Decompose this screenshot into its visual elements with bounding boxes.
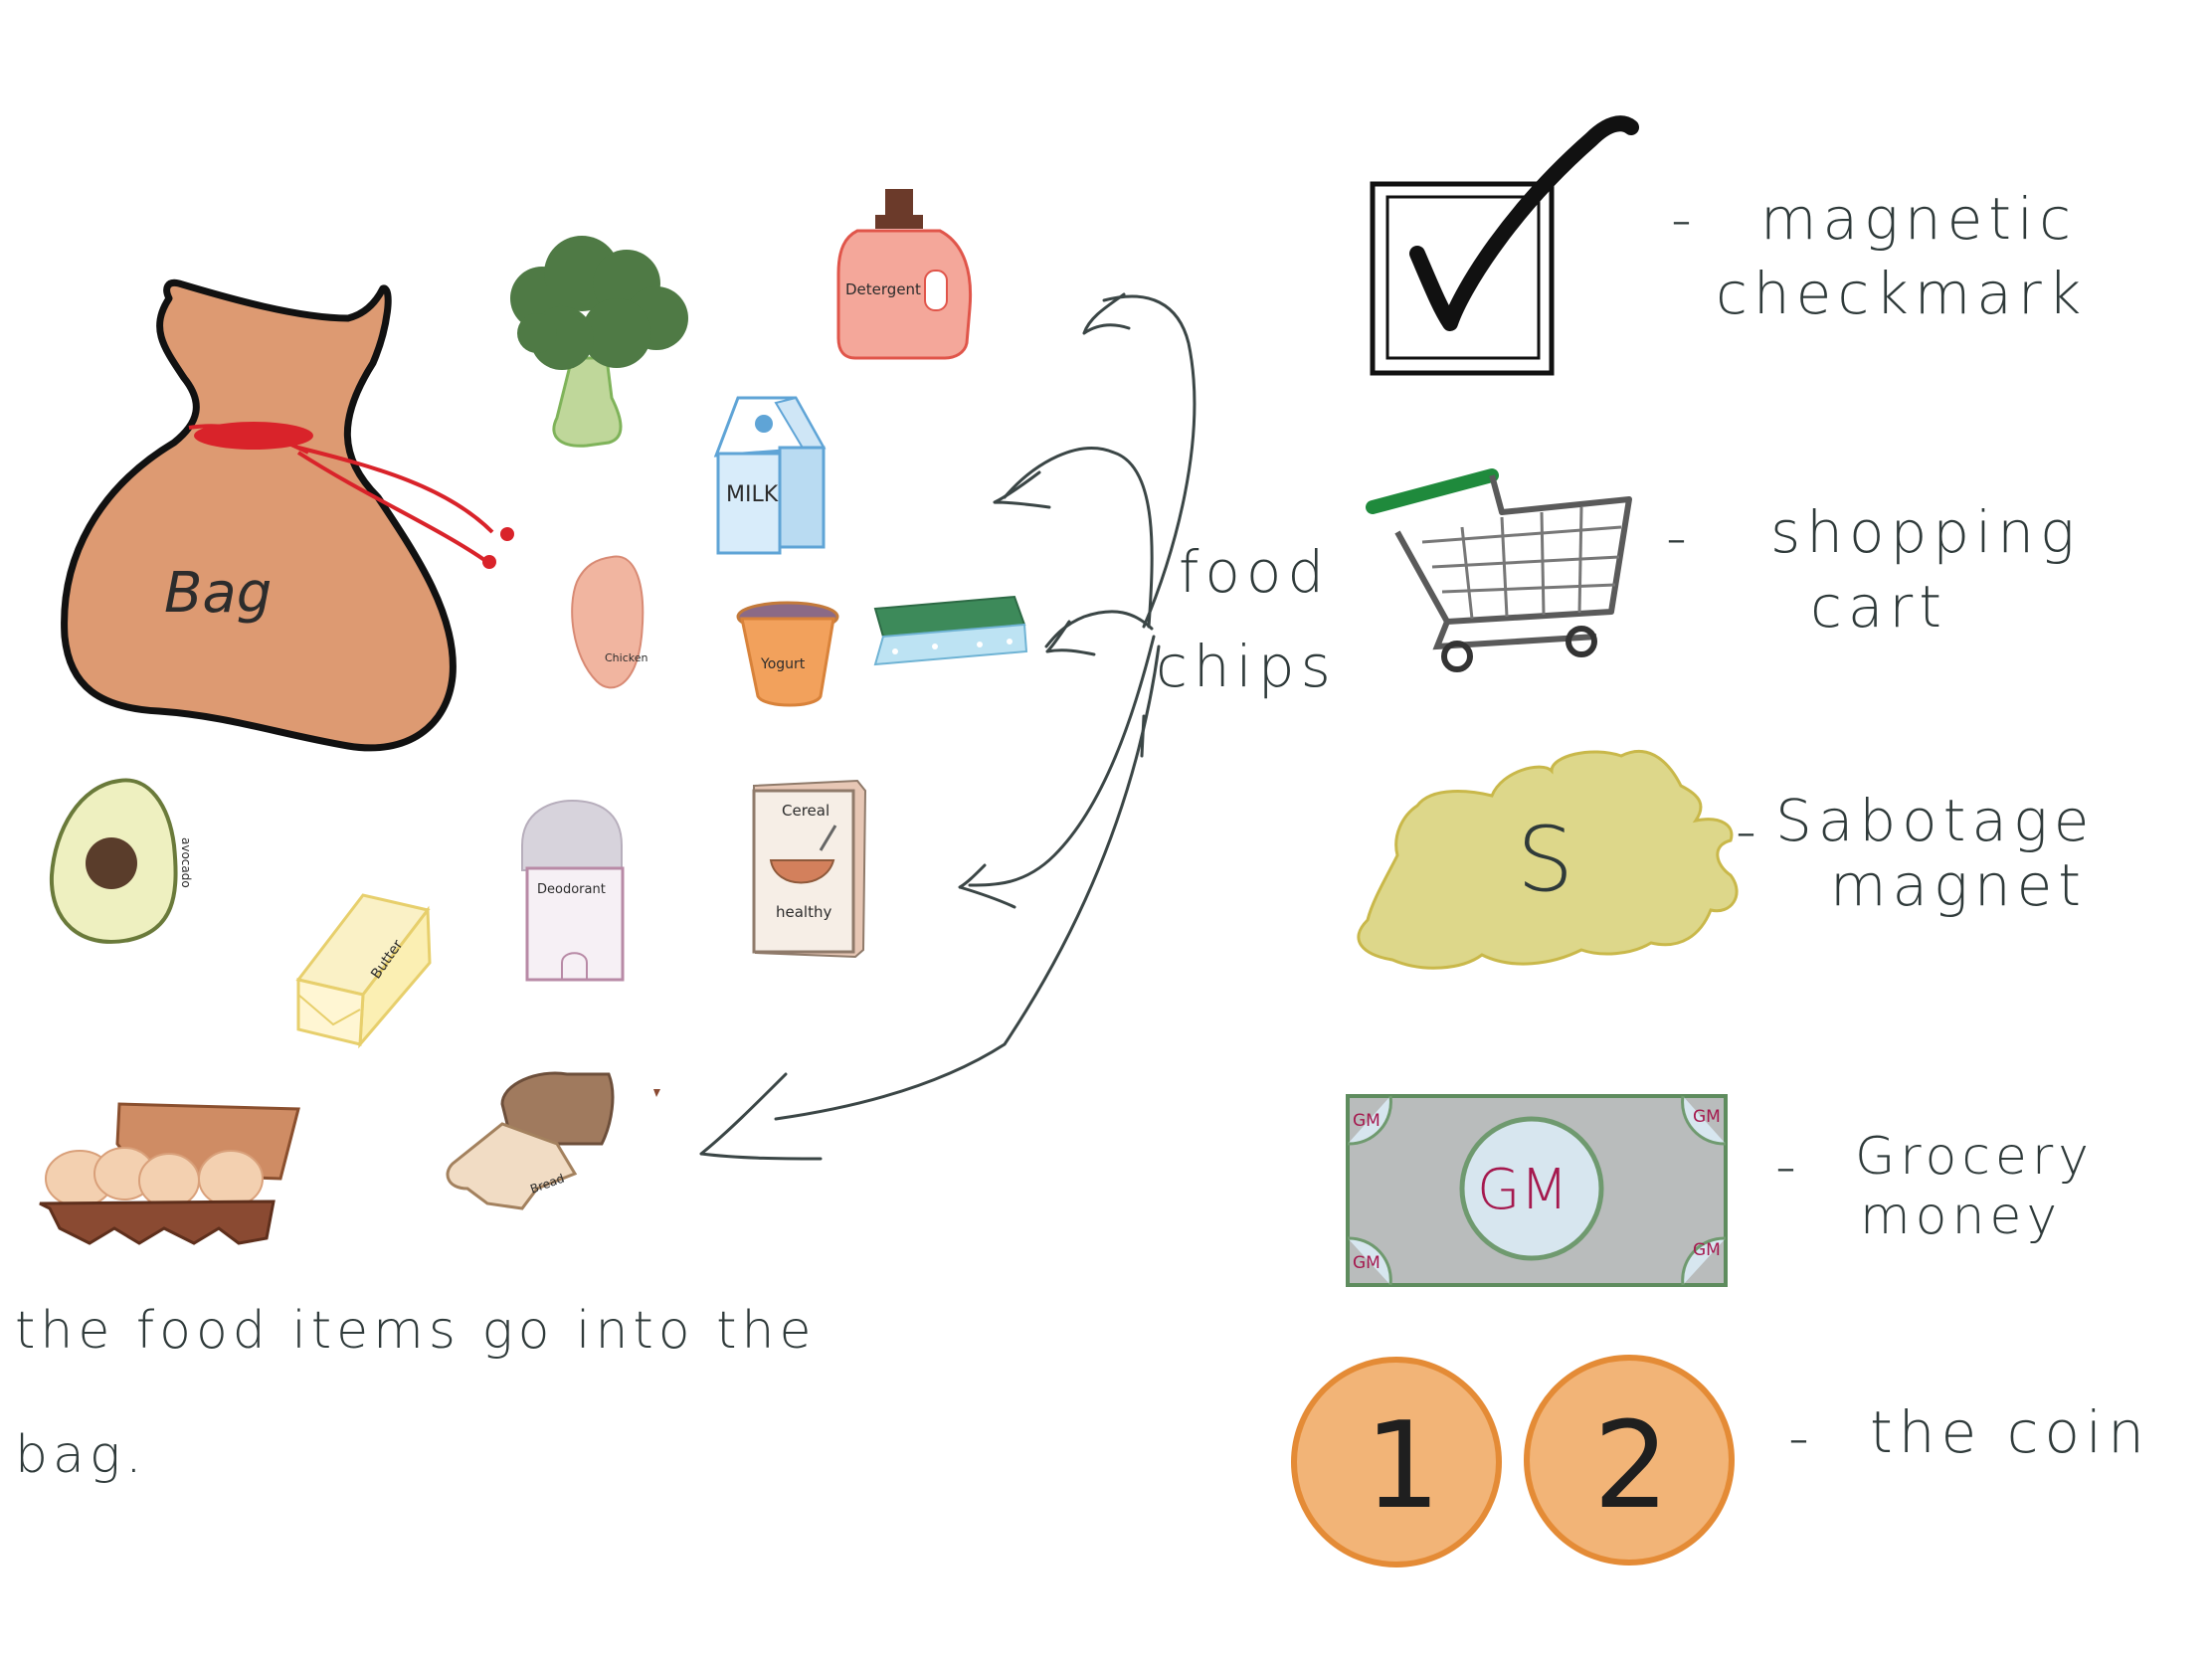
deodorant-item: Deodorant (521, 799, 625, 982)
coins-item: 1 2 (1291, 1355, 1735, 1567)
coin-label: the coin (1870, 1398, 2150, 1466)
broccoli-stem (552, 356, 623, 448)
deodorant-label: Deodorant (537, 882, 606, 897)
sabotage-dash: - (1736, 797, 1762, 864)
sabotage-magnet-item: S (1357, 749, 1739, 970)
sponge-item (873, 595, 1028, 666)
chicken-icon (571, 555, 645, 689)
avocado-label: avocado (179, 837, 193, 888)
money-corner-label: GM (1353, 1253, 1381, 1273)
detergent-item: Detergent (836, 189, 973, 360)
cereal-subtitle: healthy (776, 903, 831, 921)
butter-item: Butter (295, 893, 432, 1049)
detergent-cap-base (875, 215, 923, 229)
deodorant-cap (521, 799, 623, 871)
broccoli-icon (510, 236, 688, 370)
bag-note-line1: the food items go into the (15, 1301, 816, 1361)
coin-dash: - (1788, 1403, 1815, 1471)
milk-label: MILK (726, 482, 779, 507)
broccoli-item (510, 236, 688, 448)
sabotage-label-line1: Sabotage (1775, 787, 2095, 854)
cereal-title: Cereal (782, 802, 830, 820)
shopping-cart-item (1366, 468, 1632, 672)
food-chips-label-line1: food (1179, 538, 1330, 606)
cart-label-line2: cart (1810, 573, 1947, 641)
cart-dash: - (1666, 503, 1693, 571)
bread-item: Bread (446, 1071, 660, 1210)
eggs-icon (45, 1147, 264, 1208)
money-corner-label: GM (1693, 1240, 1721, 1260)
yogurt-label: Yogurt (760, 656, 806, 672)
money-center-label: GM (1477, 1158, 1568, 1222)
yogurt-item: Yogurt (736, 601, 839, 707)
cart-handle (1366, 468, 1499, 514)
bag-note-line2: bag. (15, 1425, 147, 1485)
grocery-money-item: GM GM GM GM GM (1346, 1094, 1728, 1287)
coin-2-label: 2 (1593, 1397, 1669, 1536)
milk-carton-side (778, 446, 826, 549)
drawing-canvas: Bag Detergent MILK Chicken Yogurt avocad… (15, 115, 2150, 1567)
cereal-item: Cereal healthy (752, 779, 867, 959)
cart-label-line1: shopping (1770, 498, 2081, 566)
bag-icon (61, 278, 457, 752)
money-corner-label: GM (1693, 1107, 1721, 1127)
food-chips-label-line2: chips (1156, 633, 1337, 700)
sabotage-label-line2: magnet (1830, 851, 2087, 919)
chicken-item: Chicken (571, 555, 648, 689)
checkmark-dash: - (1671, 185, 1698, 253)
checkmark-icon (1409, 115, 1639, 331)
milk-item: MILK (713, 396, 827, 555)
sabotage-magnet-letter: S (1517, 808, 1573, 912)
magnetic-checkmark-item (1370, 115, 1639, 376)
bag-tie-knot (194, 422, 313, 450)
bag-tie-end (500, 527, 514, 541)
detergent-label: Detergent (845, 280, 921, 298)
eggs-item (39, 1102, 300, 1245)
money-label-line1: Grocery (1855, 1127, 2094, 1187)
bag-item: Bag (61, 278, 514, 752)
chicken-label: Chicken (605, 651, 648, 664)
checkmark-label-line2: checkmark (1716, 260, 2087, 327)
cart-wheel-icon (1566, 626, 1597, 657)
bag-tie-end (482, 555, 496, 569)
avocado-item: avocado (49, 778, 193, 944)
money-corner-label: GM (1353, 1111, 1381, 1131)
detergent-handle (924, 270, 948, 311)
detergent-cap (885, 189, 913, 217)
money-dash: - (1775, 1132, 1802, 1199)
avocado-pit (86, 837, 137, 889)
egg-carton-base (39, 1199, 276, 1245)
coin-1-label: 1 (1365, 1397, 1440, 1536)
milk-spout (755, 415, 773, 433)
checkmark-label-line1: magnetic (1760, 185, 2077, 253)
bag-label: Bag (164, 561, 272, 626)
money-label-line2: money (1860, 1187, 2062, 1246)
